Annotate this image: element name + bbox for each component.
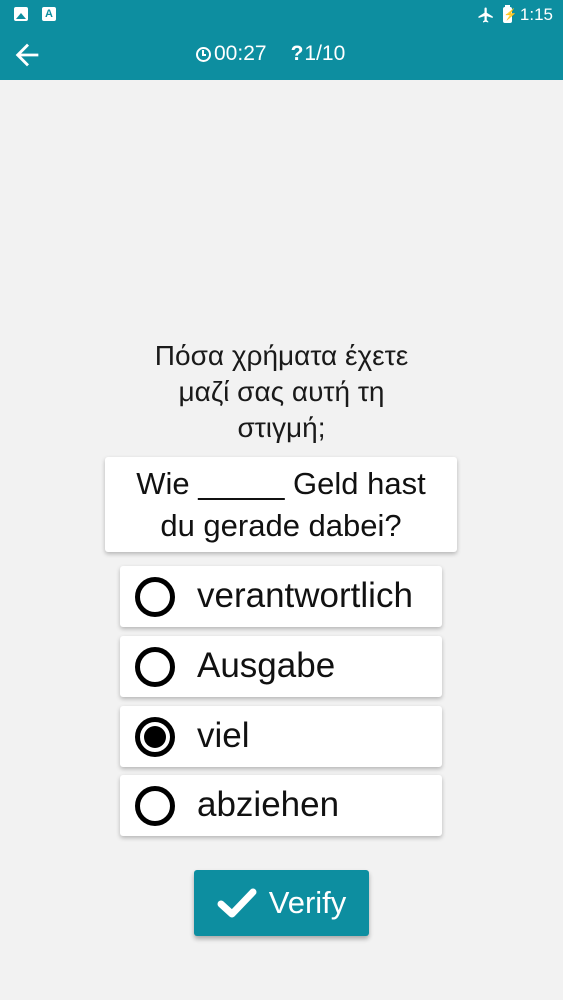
radio-button[interactable] <box>135 577 175 617</box>
option-ausgabe[interactable]: Ausgabe <box>120 636 442 697</box>
radio-button[interactable] <box>135 647 175 687</box>
app-bar: 00:27 ? 1/10 <box>0 30 563 80</box>
prompt-card: Wie _____ Geld hast du gerade dabei? <box>105 457 457 552</box>
option-label: abziehen <box>197 785 340 824</box>
option-abziehen[interactable]: abziehen <box>120 775 442 836</box>
airplane-icon <box>478 7 493 23</box>
image-icon <box>14 7 28 21</box>
verify-label: Verify <box>268 885 347 920</box>
timer-text: 00:27 <box>214 42 267 65</box>
option-label: viel <box>197 716 250 755</box>
status-time: 1:15 <box>519 5 553 24</box>
question-line: στιγμή; <box>237 412 326 443</box>
option-viel[interactable]: viel <box>120 706 442 767</box>
question-text: Πόσα χρήματα έχετε μαζί σας αυτή τη στιγ… <box>0 338 563 446</box>
a-icon: A <box>42 7 56 21</box>
prompt-line: du gerade dabei? <box>160 508 402 543</box>
battery-icon: ⚡ <box>502 5 518 23</box>
question-icon: ? <box>290 42 304 65</box>
clock-icon <box>196 46 211 62</box>
option-label: verantwortlich <box>197 576 413 615</box>
prompt-line: Wie _____ Geld hast <box>136 466 426 501</box>
question-line: Πόσα χρήματα έχετε <box>154 340 409 371</box>
radio-button[interactable] <box>135 786 175 826</box>
back-arrow-icon[interactable] <box>10 38 44 72</box>
question-line: μαζί σας αυτή τη <box>178 376 385 407</box>
option-verantwortlich[interactable]: verantwortlich <box>120 566 442 627</box>
option-label: Ausgabe <box>197 646 336 685</box>
verify-button[interactable]: Verify <box>194 870 369 936</box>
radio-button-selected[interactable] <box>135 717 175 757</box>
checkmark-icon <box>217 888 257 918</box>
progress-text: 1/10 <box>304 42 346 65</box>
status-bar: A ⚡ 1:15 <box>0 0 563 30</box>
